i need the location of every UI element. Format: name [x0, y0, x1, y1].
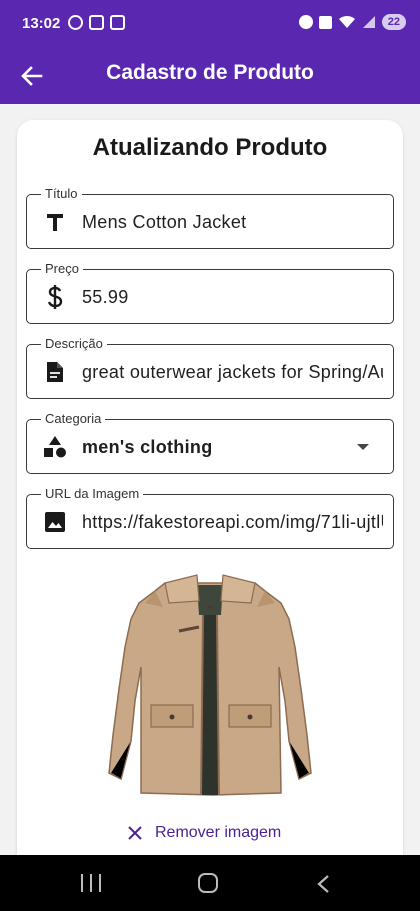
- remove-image-button[interactable]: Remover imagem: [127, 818, 281, 848]
- image-url-field-value: https://fakestoreapi.com/img/71li-ujtlUL…: [82, 512, 383, 532]
- nav-back-button[interactable]: [316, 874, 330, 894]
- wifi-icon: [338, 15, 355, 28]
- image-url-field[interactable]: URL da Imagem https://fakestoreapi.com/i…: [26, 486, 394, 549]
- signal-icon: [362, 16, 375, 28]
- title-field-label: Título: [41, 186, 82, 202]
- status-bar: 13:02 22: [0, 0, 420, 48]
- nfc-icon: [318, 15, 332, 29]
- category-dropdown[interactable]: Categoria men's clothing: [26, 411, 394, 474]
- price-field[interactable]: Preço 55.99: [26, 261, 394, 324]
- remove-image-label: Remover imagem: [155, 824, 282, 841]
- app-bar: Cadastro de Produto: [0, 48, 420, 104]
- do-not-disturb-icon: [298, 15, 313, 29]
- screen-record-icon: [110, 15, 125, 30]
- dollar-icon: [43, 285, 67, 309]
- recent-apps-button[interactable]: [81, 874, 101, 892]
- system-nav-bar: [0, 855, 420, 911]
- notification-icons: [68, 15, 125, 30]
- status-time: 13:02: [22, 15, 61, 32]
- screenshot-icon: [89, 15, 104, 30]
- price-field-value: 55.99: [82, 287, 129, 307]
- description-field-label: Descrição: [41, 336, 107, 352]
- whatsapp-icon: [68, 15, 83, 30]
- app-bar-title: Cadastro de Produto: [106, 61, 314, 84]
- title-field[interactable]: Título Mens Cotton Jacket: [26, 186, 394, 249]
- category-field-label: Categoria: [41, 411, 106, 427]
- system-icons: 22: [298, 14, 406, 30]
- category-field-value: men's clothing: [82, 437, 213, 457]
- product-image: [108, 574, 312, 796]
- battery-indicator: 22: [381, 14, 406, 30]
- price-field-label: Preço: [41, 261, 83, 277]
- image-icon: [43, 510, 67, 534]
- description-field-value: great outerwear jackets for Spring/Autum…: [82, 362, 383, 382]
- category-icon: [43, 435, 67, 459]
- dropdown-arrow-icon: [357, 444, 369, 450]
- form-heading: Atualizando Produto: [92, 134, 328, 161]
- product-form-card: Atualizando Produto Título Mens Cotton J…: [17, 120, 403, 880]
- home-button[interactable]: [198, 873, 218, 893]
- title-icon: [43, 210, 67, 234]
- title-field-value: Mens Cotton Jacket: [82, 212, 247, 232]
- description-field[interactable]: Descrição great outerwear jackets for Sp…: [26, 336, 394, 399]
- document-icon: [43, 360, 67, 384]
- close-icon: [128, 826, 142, 840]
- image-url-field-label: URL da Imagem: [41, 486, 144, 502]
